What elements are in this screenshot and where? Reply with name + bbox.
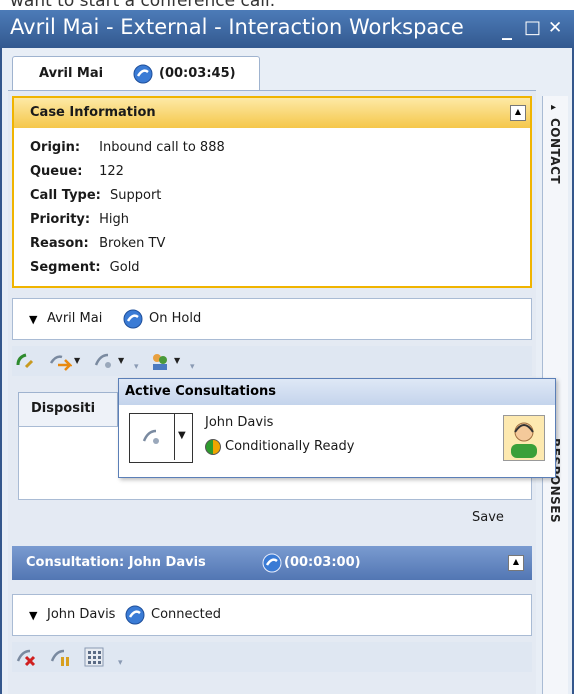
consult-split-button[interactable]: ▼ — [129, 413, 193, 463]
popup-title: Active Consultations — [125, 384, 277, 399]
case-row-reason: Reason: Broken TV — [30, 236, 165, 251]
case-information-panel: Case Information ▲ Origin: Inbound call … — [12, 96, 532, 288]
agent-avatar[interactable] — [503, 415, 545, 461]
contact-side-tab[interactable]: CONTACT — [548, 118, 562, 184]
toolbar-grip-icon: ▾ — [190, 362, 195, 372]
agent-icon — [511, 422, 537, 458]
case-row-origin: Origin: Inbound call to 888 — [30, 140, 225, 155]
case-row-segment: Segment: Gold — [30, 260, 140, 275]
voice-icon — [262, 553, 282, 573]
consultation-timer: (00:03:00) — [284, 555, 361, 570]
case-key: Origin: — [30, 140, 81, 155]
consultation-contact-status: Conditionally Ready — [225, 439, 355, 454]
transfer-dropdown-icon[interactable]: ▼ — [74, 356, 80, 365]
party-name[interactable]: Avril Mai — [47, 311, 102, 326]
disposition-tab-label: Dispositi — [31, 401, 96, 416]
conference-icon[interactable] — [148, 349, 172, 373]
tab-interaction-avril-mai[interactable]: Avril Mai (00:03:45) — [12, 56, 260, 90]
toolbar-grip-icon: ▾ — [118, 658, 123, 668]
consult-dropdown-icon[interactable]: ▼ — [118, 356, 124, 365]
party-name[interactable]: John Davis — [47, 607, 115, 622]
consult-call-icon[interactable] — [92, 349, 116, 373]
case-row-call-type: Call Type: Support — [30, 188, 161, 203]
case-value: Gold — [109, 260, 140, 275]
case-value: Support — [110, 188, 162, 203]
case-key: Reason: — [30, 236, 89, 251]
case-value: 122 — [99, 164, 124, 179]
case-value: Broken TV — [99, 236, 166, 251]
maximize-button[interactable]: □ — [524, 17, 541, 38]
minimize-button[interactable]: _ — [502, 16, 512, 40]
case-value: Inbound call to 888 — [99, 140, 225, 155]
active-consultations-popup: Active Consultations ▼ John Davis Condit… — [118, 378, 556, 478]
call-toolbar: ▼ ▼ ▾ ▼ ▾ — [12, 346, 532, 376]
tab-label: Avril Mai — [39, 66, 104, 81]
party-panel-john-davis: ▼ John Davis Connected — [12, 594, 532, 636]
consultation-title: Consultation: John Davis — [26, 555, 206, 570]
consultation-toolbar: ▾ — [12, 642, 532, 672]
hold-call-icon[interactable] — [48, 645, 72, 669]
voice-icon — [125, 605, 145, 625]
split-divider — [174, 414, 175, 460]
tab-dispositions[interactable]: Dispositi — [18, 392, 118, 426]
window-title-bar[interactable]: Avril Mai - External - Interaction Works… — [0, 10, 574, 48]
save-button[interactable]: Save — [472, 510, 504, 525]
case-key: Queue: — [30, 164, 83, 179]
expand-arrow-icon[interactable]: ▼ — [29, 313, 37, 326]
hangup-call-icon[interactable] — [14, 645, 38, 669]
case-row-queue: Queue: 122 — [30, 164, 124, 179]
case-value: High — [99, 212, 130, 227]
party-panel-avril-mai: ▼ Avril Mai On Hold — [12, 298, 532, 340]
case-key: Segment: — [30, 260, 101, 275]
collapse-consultation-button[interactable]: ▲ — [508, 555, 524, 571]
voice-icon — [133, 64, 153, 84]
toolbar-grip-icon: ▾ — [134, 362, 139, 372]
consult-call-icon[interactable] — [140, 425, 164, 449]
case-row-priority: Priority: High — [30, 212, 129, 227]
case-information-title: Case Information — [30, 105, 156, 120]
expand-arrow-icon[interactable]: ▼ — [29, 609, 37, 622]
transfer-call-icon[interactable] — [48, 349, 72, 373]
expand-side-icon[interactable]: ▸ — [551, 102, 556, 113]
conference-dropdown-icon[interactable]: ▼ — [174, 356, 180, 365]
tab-call-timer: (00:03:45) — [159, 66, 236, 81]
case-information-header[interactable]: Case Information ▲ — [14, 98, 530, 128]
case-key: Priority: — [30, 212, 91, 227]
party-status: On Hold — [149, 311, 202, 326]
window-title: Avril Mai - External - Interaction Works… — [10, 15, 464, 39]
voice-icon — [123, 309, 143, 329]
keypad-icon[interactable] — [82, 645, 106, 669]
conditionally-ready-status-icon — [205, 439, 221, 455]
case-key: Call Type: — [30, 188, 101, 203]
consultation-contact-name: John Davis — [205, 415, 274, 430]
consultation-header[interactable]: Consultation: John Davis (00:03:00) ▲ — [12, 546, 532, 580]
close-button[interactable]: ✕ — [548, 18, 562, 38]
popup-header: Active Consultations — [119, 379, 555, 405]
collapse-case-button[interactable]: ▲ — [510, 105, 526, 121]
party-status: Connected — [151, 607, 222, 622]
consult-dropdown-icon[interactable]: ▼ — [178, 430, 186, 441]
pickup-call-icon[interactable] — [14, 349, 38, 373]
